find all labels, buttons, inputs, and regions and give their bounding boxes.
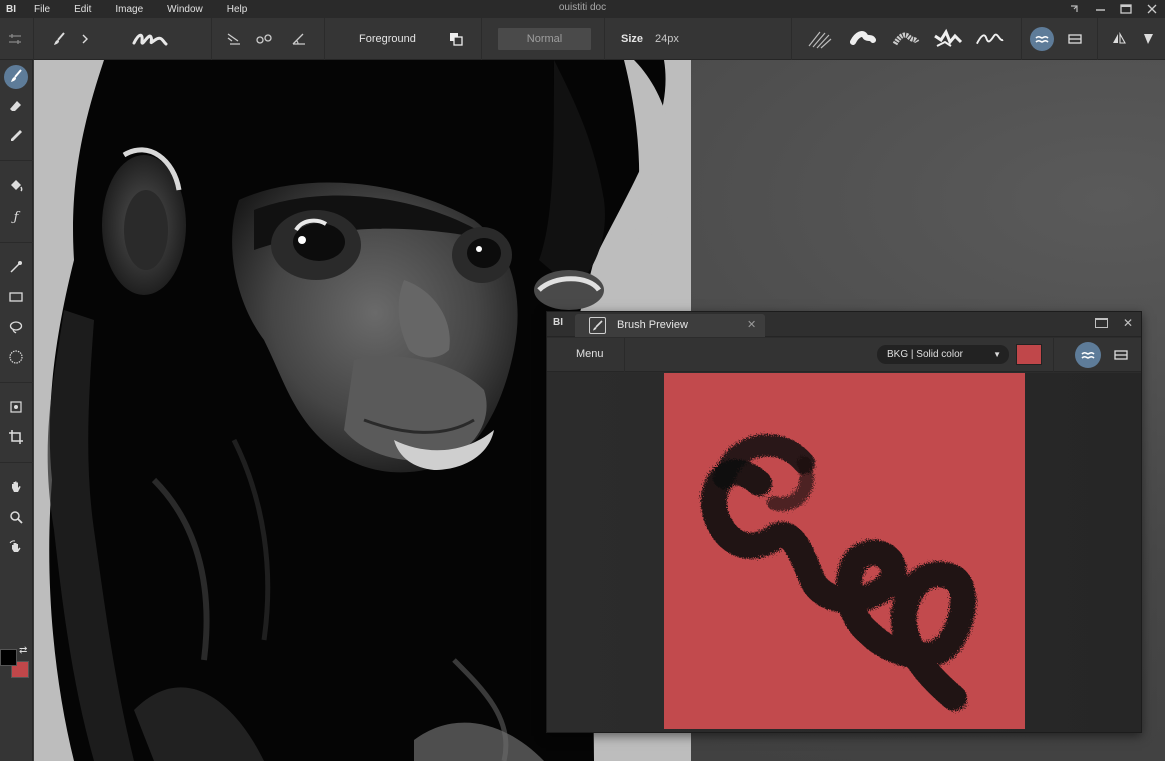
brush-preset-3-icon[interactable] [891,26,921,52]
zoom-tool[interactable] [4,506,28,530]
eyedropper-tool[interactable] [4,125,28,149]
gradient-tool[interactable] [4,256,28,280]
brush-preset-1-icon[interactable] [805,26,835,52]
brush-preset-4-icon[interactable] [933,26,963,52]
brush-preview-tab-icon [589,317,606,334]
foreground-color-swatch[interactable] [0,649,17,666]
eyedropper-icon [9,129,23,146]
zoom-icon [9,510,23,527]
brush-tool-preset-icon[interactable] [50,31,68,47]
hand-tool[interactable] [4,476,28,500]
crop-tool[interactable] [4,426,28,450]
filter-tool[interactable]: ƒ [4,205,28,229]
brush-link-icon[interactable] [254,30,274,48]
swap-colors-icon[interactable]: ⇄ [19,645,27,656]
brush-dynamics-icon[interactable] [224,30,244,48]
rect-select-icon [9,291,23,306]
panel-logo: BI [553,317,563,328]
close-icon[interactable] [1145,2,1159,16]
toolbox: ƒ ⇄ [0,60,33,761]
tab-brush-preview[interactable]: Brush Preview ✕ [575,314,765,337]
menu-help[interactable]: Help [215,4,260,15]
panel-toolbar: Menu BKG | Solid color ▼ [547,338,1141,372]
transform-tool[interactable] [4,396,28,420]
filter-fx-icon: ƒ [13,209,19,225]
lasso-icon [9,320,23,337]
brush-icon [9,68,23,86]
preview-library-icon[interactable] [1111,345,1131,365]
brush-preview-panel: BI Brush Preview ✕ ✕ Menu BKG | Solid co… [546,311,1142,733]
rect-select-tool[interactable] [4,286,28,310]
maximize-icon[interactable] [1119,2,1133,16]
flip-horizontal-icon[interactable] [1110,31,1128,47]
restore-panels-icon[interactable] [1067,2,1081,16]
minimize-icon[interactable] [1093,2,1107,16]
blend-mode-select[interactable]: Normal [498,28,591,50]
flip-vertical-icon[interactable] [1139,31,1157,47]
brush-library-icon[interactable] [1065,31,1085,47]
background-mode-value: BKG | Solid color [887,349,963,360]
gradient-icon [9,260,23,277]
background-color-button[interactable] [1016,344,1042,365]
tool-options-bar: Foreground Normal Size 24px [0,18,1165,60]
magic-select-tool[interactable] [4,346,28,370]
hand-icon [9,480,23,497]
panel-maximize-icon[interactable] [1095,318,1108,328]
crop-icon [9,429,23,447]
menu-image[interactable]: Image [103,4,155,15]
menu-window[interactable]: Window [155,4,215,15]
brush-preset-2-icon[interactable] [848,26,878,52]
transform-icon [9,400,23,417]
color-swap-icon[interactable] [448,31,464,47]
color-source-label[interactable]: Foreground [359,33,416,45]
preview-area[interactable] [547,373,1141,732]
background-mode-select[interactable]: BKG | Solid color ▼ [877,345,1009,364]
brush-stroke-preview[interactable] [664,373,1025,729]
brush-tool[interactable] [4,65,28,89]
rotate-view-tool[interactable] [4,536,28,560]
lasso-tool[interactable] [4,316,28,340]
brush-preset-5-icon[interactable] [975,26,1005,52]
magic-select-icon [9,349,23,367]
bucket-icon [9,179,23,196]
panel-close-icon[interactable]: ✕ [1123,316,1133,330]
menu-file[interactable]: File [22,4,62,15]
rotate-view-icon [9,539,23,557]
panel-header: BI Brush Preview ✕ ✕ [547,312,1141,337]
stroke-preview-toggle-icon[interactable] [1075,342,1101,368]
menu-bar: BI File Edit Image Window Help ouistiti … [0,0,1165,18]
chevron-right-icon[interactable] [78,31,92,47]
size-label: Size [621,33,644,45]
eraser-tool[interactable] [4,95,28,119]
panel-menu-button[interactable]: Menu [576,348,604,360]
panel-tab-title: Brush Preview [617,319,688,331]
fill-tool[interactable] [4,175,28,199]
toolbar-grip-icon[interactable] [6,31,24,47]
eraser-icon [9,99,23,116]
tab-close-icon[interactable]: ✕ [747,318,756,331]
menu-edit[interactable]: Edit [62,4,103,15]
size-value[interactable]: 24px [655,33,679,45]
brush-angle-icon[interactable] [289,30,309,48]
chevron-down-icon: ▼ [993,350,1001,359]
current-brush-stroke-icon[interactable] [130,26,170,52]
app-logo: BI [6,3,16,15]
brush-preview-toggle-icon[interactable] [1030,27,1054,51]
